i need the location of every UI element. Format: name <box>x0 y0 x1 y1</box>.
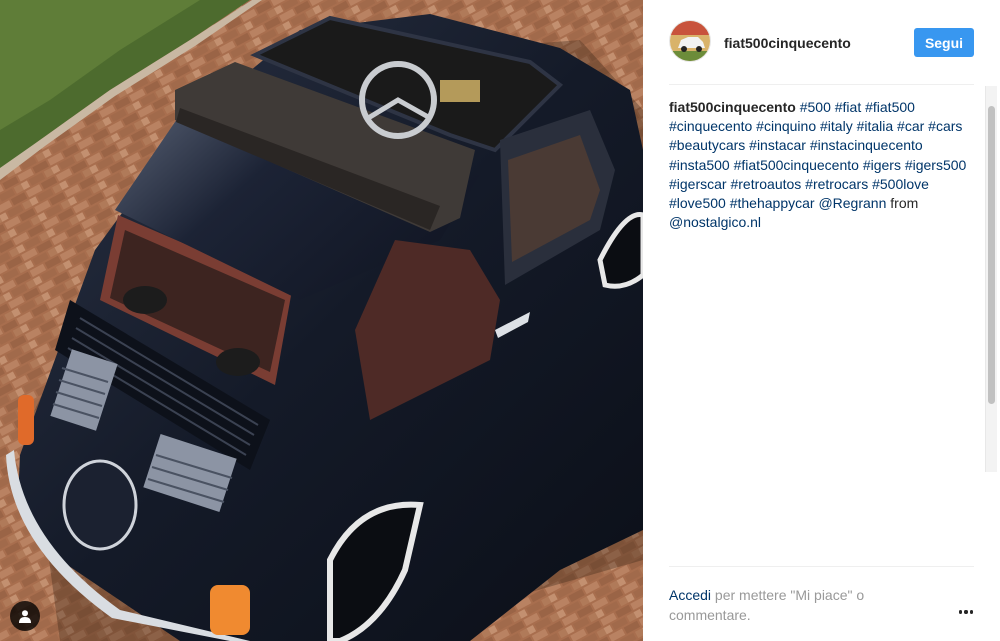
avatar[interactable] <box>669 20 711 62</box>
caption-mention[interactable]: @Regrann <box>818 195 886 211</box>
comments-scrollbar[interactable] <box>985 86 997 472</box>
post-side-panel: fiat500cinquecento Segui fiat500cinquece… <box>643 0 1000 641</box>
login-link[interactable]: Accedi <box>669 587 711 603</box>
post-caption: fiat500cinquecento #500 #fiat #fiat500 #… <box>669 98 969 232</box>
user-tag-icon[interactable] <box>10 601 40 631</box>
post-username[interactable]: fiat500cinquecento <box>724 35 851 51</box>
post-header: fiat500cinquecento Segui <box>643 0 1000 84</box>
login-prompt: Accedi per mettere "Mi piace" o commenta… <box>669 585 919 625</box>
caption-source-link[interactable]: @nostalgico.nl <box>669 214 761 230</box>
more-options-icon[interactable] <box>956 602 976 622</box>
follow-button[interactable]: Segui <box>914 28 974 57</box>
header-divider <box>669 84 974 85</box>
caption-author[interactable]: fiat500cinquecento <box>669 99 796 115</box>
post-photo[interactable] <box>0 0 643 641</box>
scrollbar-thumb[interactable] <box>988 106 995 404</box>
footer-divider <box>669 566 974 567</box>
caption-from-text: from <box>890 195 919 212</box>
car-photo-image <box>0 0 643 641</box>
